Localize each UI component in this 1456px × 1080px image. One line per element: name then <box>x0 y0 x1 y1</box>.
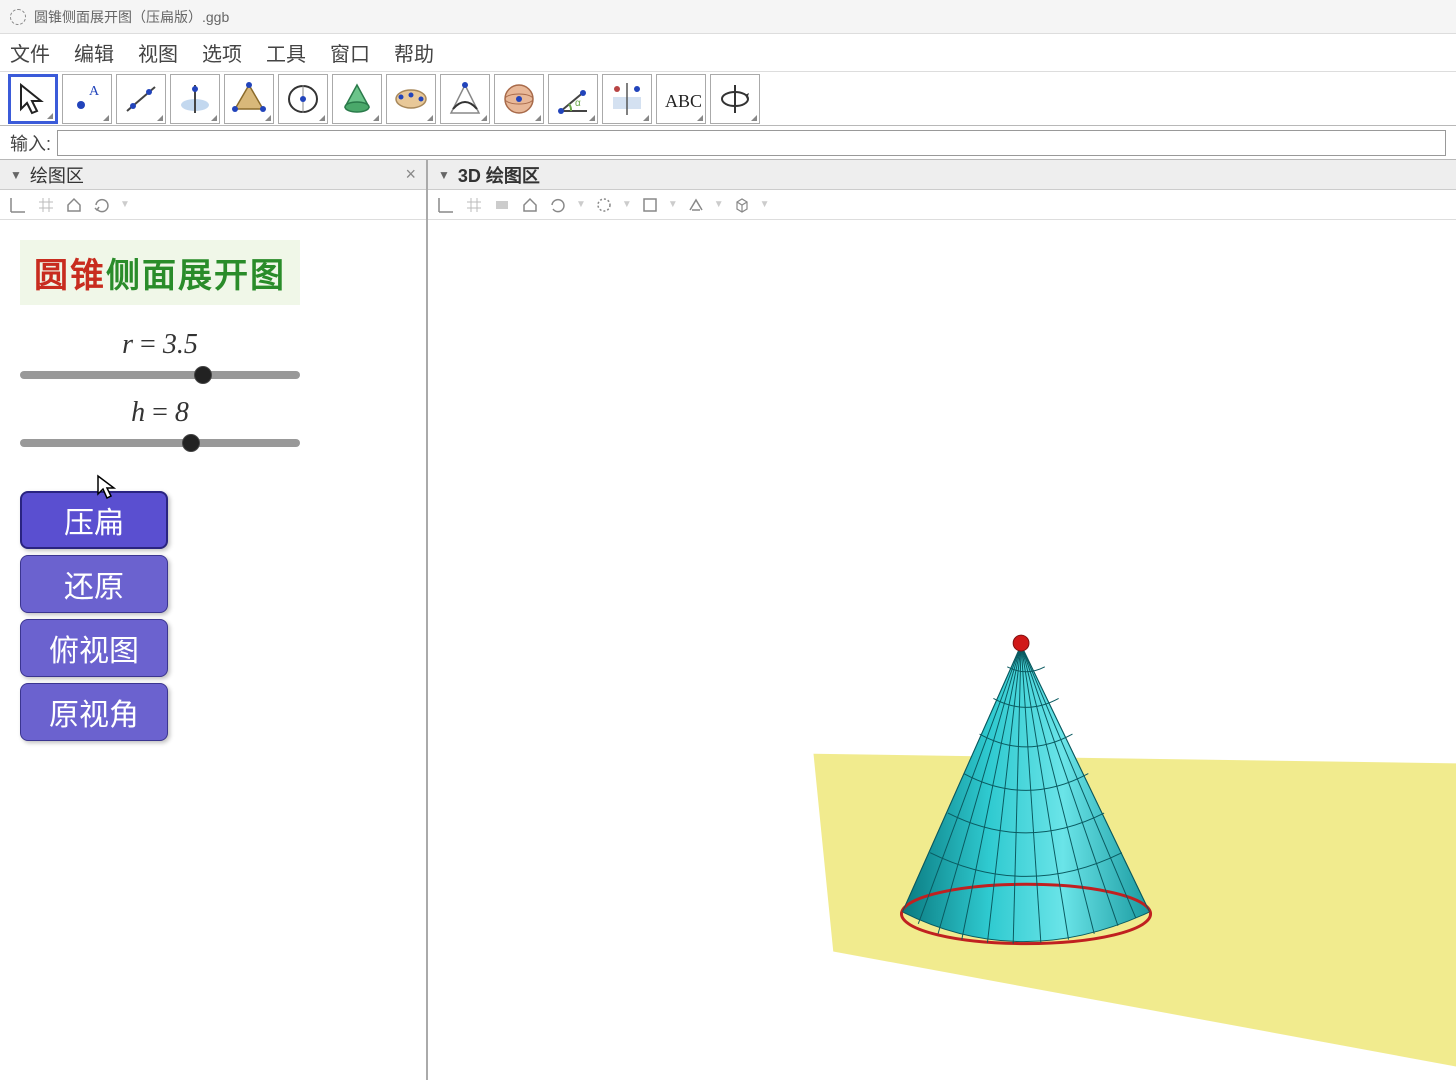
tool-perpendicular[interactable] <box>170 74 220 124</box>
rotate3d-icon[interactable] <box>594 195 614 215</box>
cone-apex-point[interactable] <box>1013 635 1029 651</box>
menu-bar: 文件 编辑 视图 选项 工具 窗口 帮助 <box>0 34 1456 72</box>
close-panel-icon[interactable]: × <box>405 164 416 185</box>
tool-sphere[interactable] <box>494 74 544 124</box>
tool-reflect[interactable] <box>602 74 652 124</box>
app-icon <box>10 9 26 25</box>
menu-tools[interactable]: 工具 <box>266 38 306 67</box>
tool-point[interactable]: A <box>62 74 112 124</box>
tool-polygon[interactable] <box>224 74 274 124</box>
tool-ellipse[interactable] <box>386 74 436 124</box>
plane-icon[interactable] <box>492 195 512 215</box>
tool-cone[interactable] <box>332 74 382 124</box>
panel-3d-header[interactable]: ▼ 3D 绘图区 <box>428 160 1456 190</box>
panel-3d-title: 3D 绘图区 <box>458 162 540 188</box>
dd3-icon[interactable]: ▼ <box>668 199 678 210</box>
home-icon[interactable] <box>64 195 84 215</box>
scene-3d <box>428 220 1456 1080</box>
grid3d-icon[interactable] <box>464 195 484 215</box>
algebra-input[interactable] <box>57 130 1446 156</box>
dd1-icon[interactable]: ▼ <box>576 199 586 210</box>
input-label: 输入: <box>10 130 51 156</box>
menu-help[interactable]: 帮助 <box>394 38 434 67</box>
slider-h-label: h = 8 <box>20 397 300 429</box>
tool-angle[interactable]: α <box>548 74 598 124</box>
tool-circle[interactable] <box>278 74 328 124</box>
button-origview[interactable]: 原视角 <box>20 683 168 741</box>
panel-2d-header[interactable]: ▼ 绘图区 × <box>0 160 426 190</box>
menu-edit[interactable]: 编辑 <box>74 38 114 67</box>
dd5-icon[interactable]: ▼ <box>760 199 770 210</box>
menu-file[interactable]: 文件 <box>10 38 50 67</box>
menu-options[interactable]: 选项 <box>202 38 242 67</box>
heading-card: 圆锥侧面展开图 <box>20 240 300 305</box>
axes-icon[interactable] <box>8 195 28 215</box>
heading-part1: 圆锥 <box>34 258 106 295</box>
panel-2d-title: 绘图区 <box>30 162 84 188</box>
grid-icon[interactable] <box>36 195 56 215</box>
home3d-icon[interactable] <box>520 195 540 215</box>
menu-view[interactable]: 视图 <box>138 38 178 67</box>
clip-icon[interactable] <box>640 195 660 215</box>
dd4-icon[interactable]: ▼ <box>714 199 724 210</box>
canvas-2d[interactable]: 圆锥侧面展开图 r = 3.5 h = 8 <box>0 220 426 1080</box>
svg-text:ABC: ABC <box>665 91 701 111</box>
tool-rotate[interactable] <box>710 74 760 124</box>
button-flatten[interactable]: 压扁 <box>20 491 168 549</box>
window-titlebar: 圆锥侧面展开图（压扁版）.ggb <box>0 0 1456 34</box>
capture-icon[interactable] <box>92 195 112 215</box>
slider-h-block: h = 8 <box>20 397 406 447</box>
window-title: 圆锥侧面展开图（压扁版）.ggb <box>34 7 229 27</box>
svg-text:α: α <box>575 98 581 109</box>
tool-move[interactable] <box>8 74 58 124</box>
slider-h[interactable] <box>20 439 300 447</box>
capture3d-icon[interactable] <box>548 195 568 215</box>
slider-r-block: r = 3.5 <box>20 329 406 379</box>
tool-parabola[interactable] <box>440 74 490 124</box>
box-icon[interactable] <box>732 195 752 215</box>
collapse-icon[interactable]: ▼ <box>10 168 22 182</box>
input-bar: 输入: <box>0 126 1456 160</box>
dd2-icon[interactable]: ▼ <box>622 199 632 210</box>
dropdown-caret-icon[interactable]: ▼ <box>120 199 130 210</box>
panel-2d-toolstrip: ▼ <box>0 190 426 220</box>
panel-3d-toolstrip: ▼ ▼ ▼ ▼ ▼ <box>428 190 1456 220</box>
button-topview[interactable]: 俯视图 <box>20 619 168 677</box>
canvas-3d[interactable] <box>428 220 1456 1080</box>
proj-icon[interactable] <box>686 195 706 215</box>
tool-text[interactable]: ABC <box>656 74 706 124</box>
axes3d-icon[interactable] <box>436 195 456 215</box>
tool-line[interactable] <box>116 74 166 124</box>
slider-h-thumb[interactable] <box>182 434 200 452</box>
button-restore[interactable]: 还原 <box>20 555 168 613</box>
button-stack: 压扁 还原 俯视图 原视角 <box>20 491 406 741</box>
slider-r-thumb[interactable] <box>194 366 212 384</box>
panel-graphics-3d: ▼ 3D 绘图区 ▼ ▼ ▼ ▼ ▼ <box>428 160 1456 1080</box>
slider-r-label: r = 3.5 <box>20 329 300 361</box>
panel-graphics-2d: ▼ 绘图区 × ▼ 圆锥侧面展开图 r = 3.5 <box>0 160 428 1080</box>
main-toolbar: A α ABC <box>0 72 1456 126</box>
collapse-icon[interactable]: ▼ <box>438 168 450 182</box>
slider-r[interactable] <box>20 371 300 379</box>
heading-part2: 侧面展开图 <box>106 258 286 295</box>
menu-window[interactable]: 窗口 <box>330 38 370 67</box>
svg-text:A: A <box>89 84 100 99</box>
